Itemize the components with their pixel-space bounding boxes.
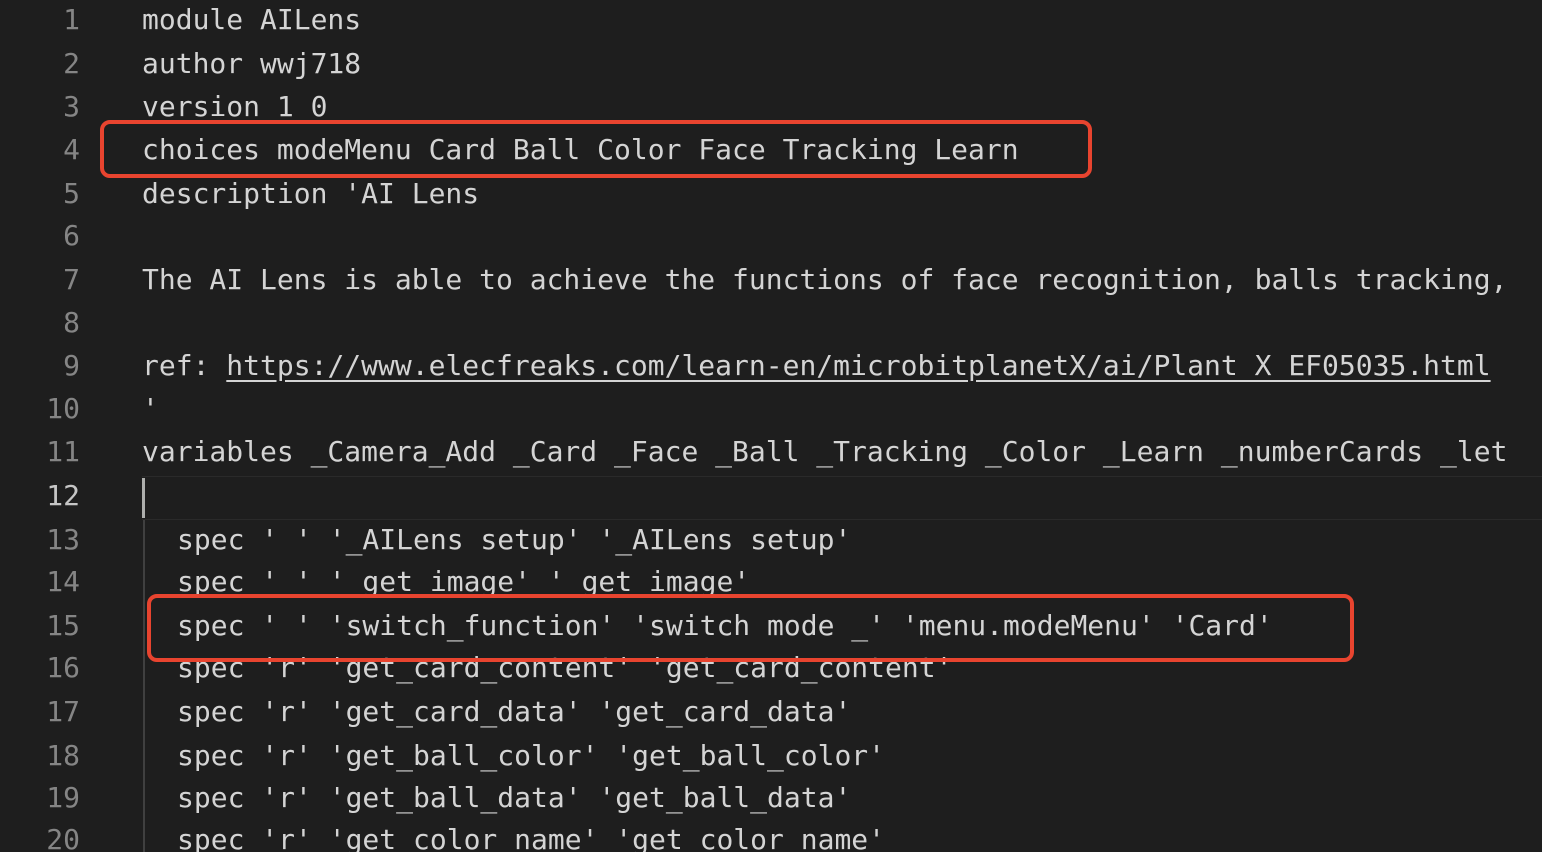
line-number: 3 [63,90,80,123]
code-line-19[interactable]: 19 spec 'r' 'get_ball_data' 'get_ball_da… [0,778,1542,818]
line-number: 4 [63,133,80,166]
code-editor[interactable]: 1 module AILens 2 author wwj718 3 versio… [0,0,1542,852]
code-text[interactable]: spec ' ' '_AILens setup' '_AILens setup' [177,520,851,560]
code-line-8[interactable]: 8 [0,303,1542,343]
line-number-active: 12 [46,479,80,512]
line-number: 15 [46,609,80,642]
code-line-2[interactable]: 2 author wwj718 [0,44,1542,84]
code-text[interactable]: ref: https://www.elecfreaks.com/learn-en… [142,346,1491,386]
code-line-6[interactable]: 6 [0,216,1542,256]
code-text[interactable]: spec 'r' 'get_color_name' 'get_color_nam… [177,820,885,852]
line-number: 8 [63,306,80,339]
code-text[interactable]: ' [142,389,159,429]
line-number: 16 [46,651,80,684]
highlight-box-choices [100,120,1092,178]
line-number: 19 [46,781,80,814]
code-text[interactable]: spec 'r' 'get_ball_color' 'get_ball_colo… [177,736,885,776]
code-line-10[interactable]: 10 ' [0,389,1542,429]
line-number: 11 [46,435,80,468]
line-number: 18 [46,739,80,772]
line-number: 7 [63,263,80,296]
line-number: 1 [63,3,80,36]
code-line-13[interactable]: 13 spec ' ' '_AILens setup' '_AILens set… [0,520,1542,560]
code-line-1[interactable]: 1 module AILens [0,0,1542,40]
code-line-18[interactable]: 18 spec 'r' 'get_ball_color' 'get_ball_c… [0,736,1542,776]
code-text[interactable]: spec 'r' 'get_card_data' 'get_card_data' [177,692,851,732]
code-text[interactable]: spec 'r' 'get_ball_data' 'get_ball_data' [177,778,851,818]
reference-link[interactable]: https://www.elecfreaks.com/learn-en/micr… [226,349,1490,382]
code-line-12[interactable]: 12 [0,476,1542,516]
code-line-17[interactable]: 17 spec 'r' 'get_card_data' 'get_card_da… [0,692,1542,732]
code-text[interactable]: description 'AI Lens [142,174,479,214]
line-number: 20 [46,823,80,852]
code-line-5[interactable]: 5 description 'AI Lens [0,174,1542,214]
text-cursor [142,478,145,518]
code-text[interactable]: variables _Camera_Add _Card _Face _Ball … [142,432,1507,472]
code-line-11[interactable]: 11 variables _Camera_Add _Card _Face _Ba… [0,432,1542,472]
line-number: 6 [63,219,80,252]
line-number: 13 [46,523,80,556]
code-text[interactable]: The AI Lens is able to achieve the funct… [142,260,1507,300]
code-line-20[interactable]: 20 spec 'r' 'get_color_name' 'get_color_… [0,820,1542,852]
line-number: 17 [46,695,80,728]
code-line-9[interactable]: 9 ref: https://www.elecfreaks.com/learn-… [0,346,1542,386]
line-number: 2 [63,47,80,80]
line-number: 14 [46,565,80,598]
highlight-box-switch-function [147,594,1354,662]
code-text[interactable]: author wwj718 [142,44,361,84]
code-text[interactable]: module AILens [142,0,361,40]
line-number: 5 [63,177,80,210]
line-number: 9 [63,349,80,382]
line-number: 10 [46,392,80,425]
code-line-7[interactable]: 7 The AI Lens is able to achieve the fun… [0,260,1542,300]
ref-prefix: ref: [142,349,227,382]
